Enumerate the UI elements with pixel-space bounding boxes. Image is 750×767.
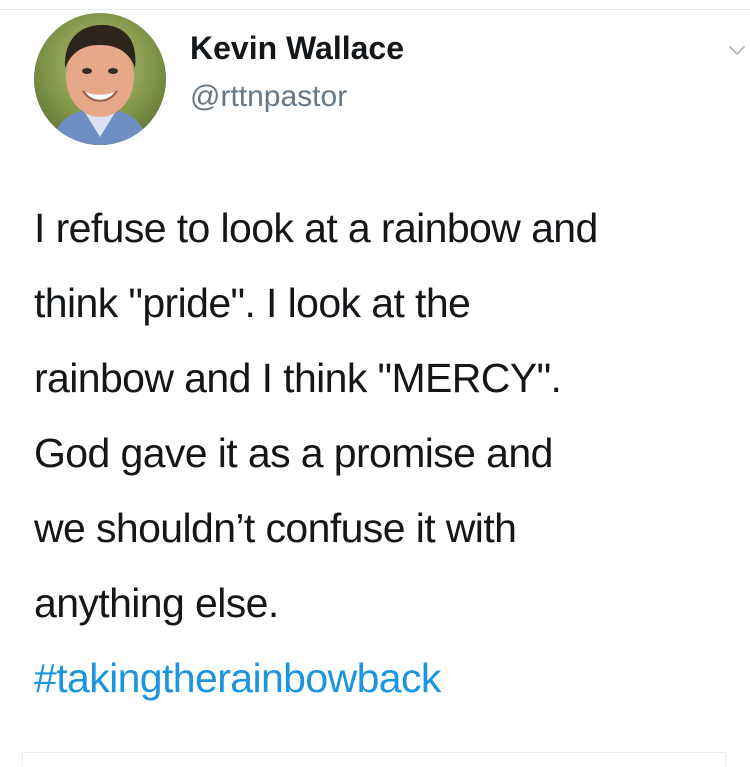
- top-divider: [0, 9, 750, 10]
- chevron-down-icon[interactable]: [728, 44, 746, 58]
- bottom-left-border: [22, 752, 23, 767]
- tweet-line: we shouldn’t confuse it with: [34, 505, 517, 551]
- tweet-line: think "pride". I look at the: [34, 280, 471, 326]
- tweet-card: Kevin Wallace @rttnpastor I refuse to lo…: [0, 0, 750, 767]
- tweet-line: rainbow and I think "MERCY".: [34, 355, 562, 401]
- bottom-right-border: [725, 752, 726, 767]
- profile-photo-icon: [34, 13, 166, 145]
- tweet-line: anything else.: [34, 580, 279, 626]
- display-name[interactable]: Kevin Wallace: [190, 28, 404, 68]
- bottom-divider: [22, 752, 726, 753]
- tweet-line: I refuse to look at a rainbow and: [34, 205, 598, 251]
- tweet-text: I refuse to look at a rainbow and think …: [34, 191, 746, 716]
- hashtag-link[interactable]: #takingtherainbowback: [34, 641, 746, 716]
- avatar[interactable]: [34, 13, 166, 145]
- tweet-line: God gave it as a promise and: [34, 430, 553, 476]
- user-handle[interactable]: @rttnpastor: [190, 77, 347, 117]
